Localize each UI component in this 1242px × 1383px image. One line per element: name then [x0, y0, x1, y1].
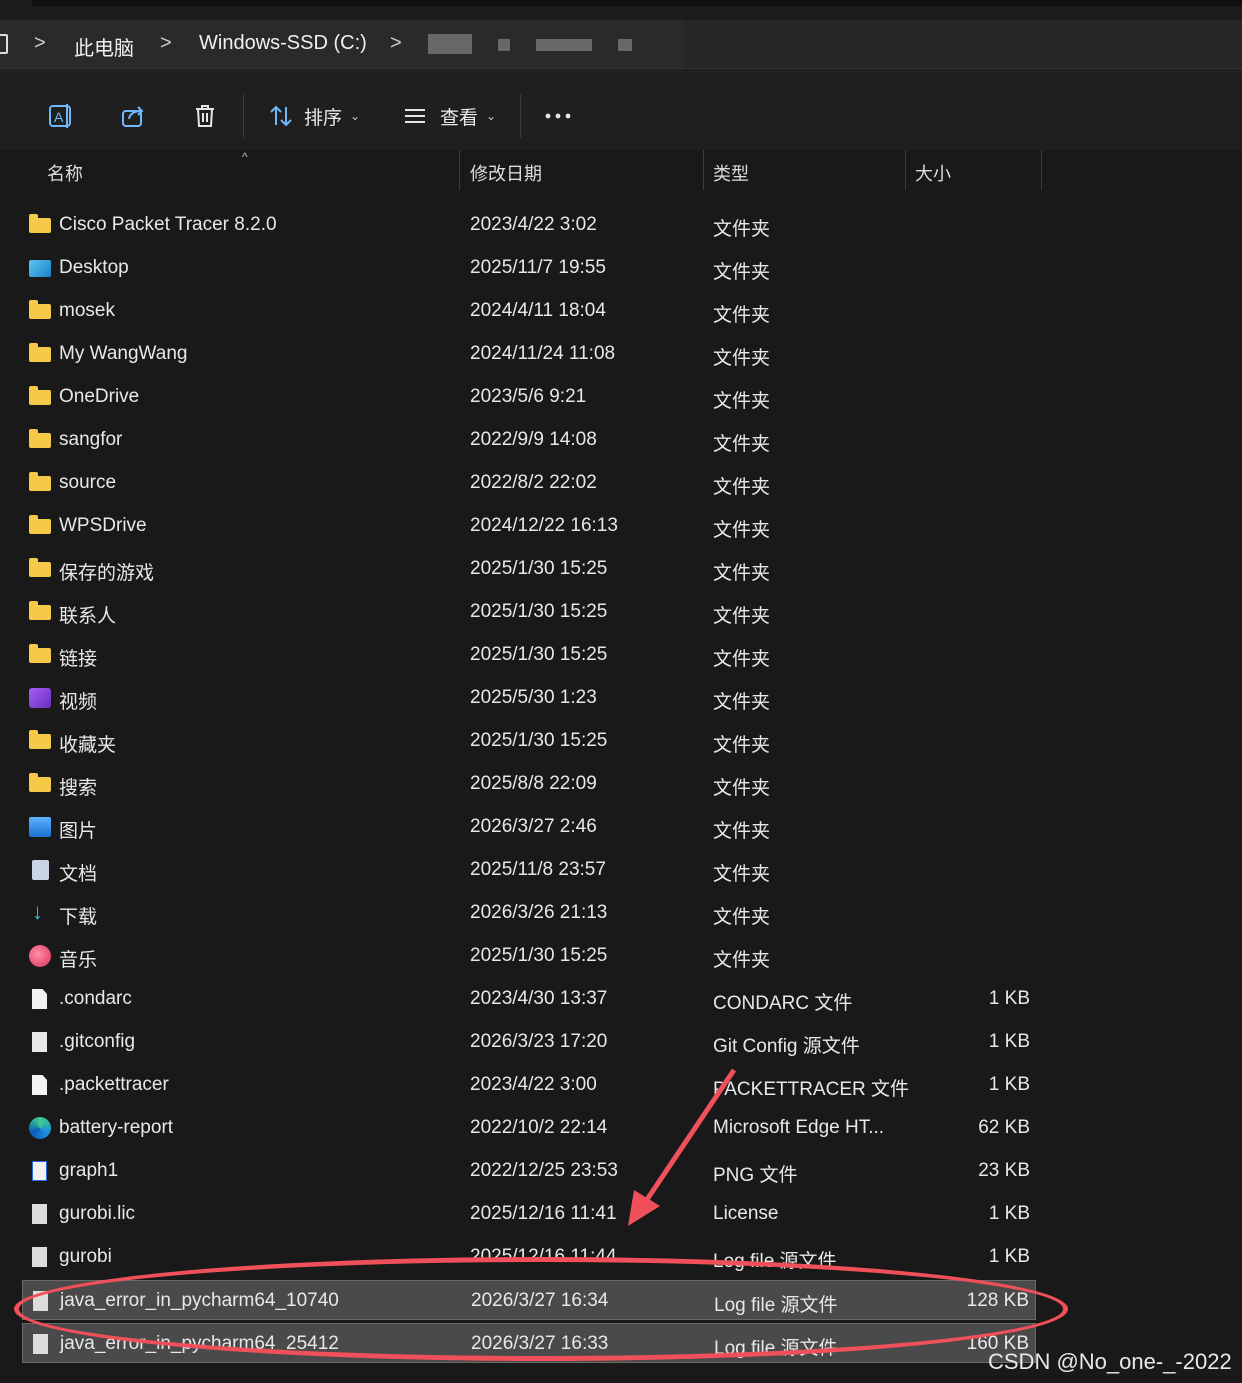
annotation-arrow-head [628, 1190, 660, 1226]
annotation-ellipse [14, 1257, 1068, 1361]
annotation-layer [628, 1068, 737, 1226]
annotation-arrow-line [637, 1068, 737, 1212]
watermark: CSDN @No_one-_-2022 [988, 1349, 1232, 1374]
